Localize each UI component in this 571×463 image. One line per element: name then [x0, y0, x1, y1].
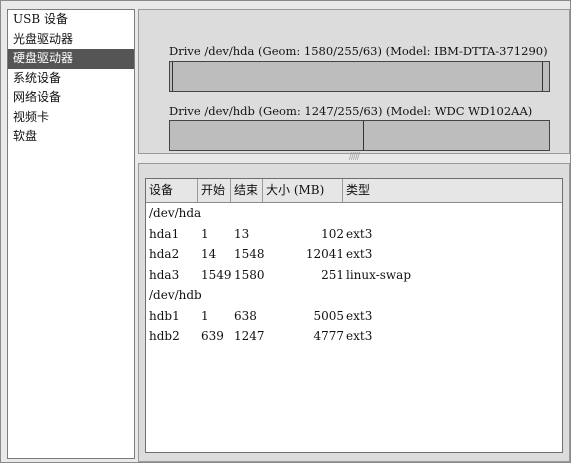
hardware-browser-window: USB 设备 光盘驱动器 硬盘驱动器 系统设备 网络设备 视频卡 软盘 Driv… — [0, 0, 571, 463]
table-group-row[interactable]: /dev/hda — [146, 203, 562, 223]
cell-start: 1 — [201, 308, 209, 323]
cell-type: ext3 — [346, 308, 373, 323]
cell-start: 14 — [201, 247, 217, 261]
cell-device: /dev/hda — [149, 206, 202, 220]
table-row[interactable]: hda3 1549 1580 251 linux-swap — [146, 265, 562, 285]
cell-end: 13 — [234, 226, 250, 241]
cell-start: 1549 — [201, 267, 232, 282]
table-header: 设备 开始 结束 大小 (MB) 类型 — [146, 179, 562, 203]
sidebar-item-floppy[interactable]: 软盘 — [8, 127, 134, 147]
drive-hdb-label: Drive /dev/hdb (Geom: 1247/255/63) (Mode… — [169, 104, 533, 118]
partition-table: 设备 开始 结束 大小 (MB) 类型 /dev/hda hda1 1 13 102 ex… — [145, 178, 563, 453]
cell-end: 1247 — [234, 329, 265, 343]
cell-start: 1 — [201, 226, 209, 241]
cell-start: 639 — [201, 329, 224, 343]
table-row[interactable]: hda2 14 1548 12041 ext3 — [146, 244, 562, 264]
cell-type: linux-swap — [346, 267, 412, 282]
cell-end: 1548 — [234, 247, 265, 261]
cell-device: hda3 — [149, 267, 180, 282]
cell-type: ext3 — [346, 247, 373, 261]
table-row[interactable]: hdb2 639 1247 4777 ext3 — [146, 326, 562, 346]
cell-size: 5005 — [313, 308, 344, 323]
drive-map-panel: Drive /dev/hda (Geom: 1580/255/63) (Mode… — [138, 9, 570, 154]
cell-device: hdb1 — [149, 308, 180, 323]
drive-hda-partition-bar — [169, 61, 550, 92]
sidebar-item-network-devices[interactable]: 网络设备 — [8, 88, 134, 108]
table-row[interactable]: hda1 1 13 102 ext3 — [146, 224, 562, 244]
drive-hdb-partition-bar — [169, 120, 550, 151]
cell-size: 12041 — [305, 247, 344, 261]
cell-type: ext3 — [346, 329, 373, 343]
cell-end: 1580 — [234, 267, 265, 282]
cell-device: /dev/hdb — [149, 288, 202, 302]
cell-device: hda2 — [149, 247, 180, 261]
sidebar-item-hard-drives[interactable]: 硬盘驱动器 — [8, 49, 134, 69]
cell-device: hda1 — [149, 226, 180, 241]
sidebar-item-system-devices[interactable]: 系统设备 — [8, 69, 134, 89]
sidebar-item-usb[interactable]: USB 设备 — [8, 10, 134, 30]
partition-segment-hda3[interactable] — [543, 62, 549, 91]
sidebar-item-video-cards[interactable]: 视频卡 — [8, 108, 134, 128]
device-category-list[interactable]: USB 设备 光盘驱动器 硬盘驱动器 系统设备 网络设备 视频卡 软盘 — [7, 9, 135, 459]
cell-device: hdb2 — [149, 329, 180, 343]
partition-details-panel: 设备 开始 结束 大小 (MB) 类型 /dev/hda hda1 1 13 102 ex… — [138, 163, 570, 462]
column-header-start[interactable]: 开始 — [198, 179, 231, 202]
cell-type: ext3 — [346, 226, 373, 241]
column-header-type[interactable]: 类型 — [343, 179, 562, 202]
table-row[interactable]: hdb1 1 638 5005 ext3 — [146, 306, 562, 326]
cell-end: 638 — [234, 308, 257, 323]
column-header-size[interactable]: 大小 (MB) — [263, 179, 343, 202]
cell-size: 4777 — [313, 329, 344, 343]
drive-hda-label: Drive /dev/hda (Geom: 1580/255/63) (Mode… — [169, 44, 548, 58]
partition-segment-hdb1[interactable] — [170, 121, 365, 150]
column-header-device[interactable]: 设备 — [146, 179, 198, 202]
cell-size: 251 — [321, 267, 344, 282]
cell-size: 102 — [321, 226, 344, 241]
partition-segment-hdb2[interactable] — [364, 121, 549, 150]
column-header-end[interactable]: 结束 — [231, 179, 263, 202]
partition-segment-hda2[interactable] — [173, 62, 543, 91]
pane-splitter-handle[interactable]: ///// — [138, 153, 570, 162]
sidebar-item-cdrom[interactable]: 光盘驱动器 — [8, 30, 134, 50]
table-group-row[interactable]: /dev/hdb — [146, 285, 562, 305]
